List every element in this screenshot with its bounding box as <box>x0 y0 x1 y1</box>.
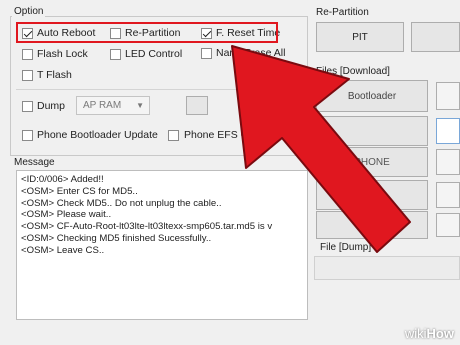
watermark-how: How <box>426 326 454 341</box>
red-arrow-overlay <box>231 45 411 253</box>
red-arrow-shape <box>231 45 411 253</box>
watermark-wiki: wiki <box>404 326 427 341</box>
wikihow-watermark: wikiHow <box>405 326 454 341</box>
